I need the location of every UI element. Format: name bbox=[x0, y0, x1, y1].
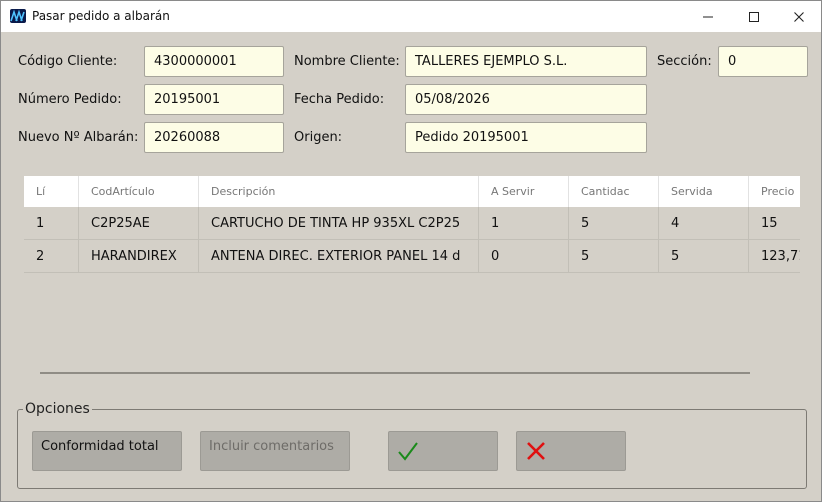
window-title: Pasar pedido a albarán bbox=[32, 9, 170, 23]
origen-label: Origen: bbox=[294, 130, 343, 145]
cell-linea[interactable]: 2 bbox=[24, 240, 78, 272]
fecha-pedido-field[interactable]: 05/08/2026 bbox=[405, 84, 647, 115]
cross-icon bbox=[527, 442, 545, 460]
nombre-cliente-label: Nombre Cliente: bbox=[294, 54, 400, 69]
cell-descripcion[interactable]: ANTENA DIREC. EXTERIOR PANEL 14 d bbox=[198, 240, 478, 272]
minimize-icon bbox=[703, 16, 713, 17]
accept-button[interactable] bbox=[388, 431, 498, 471]
seccion-field[interactable]: 0 bbox=[718, 46, 808, 77]
cell-a-servir[interactable]: 0 bbox=[478, 240, 568, 272]
origen-field[interactable]: Pedido 20195001 bbox=[405, 122, 647, 153]
column-header-servida[interactable]: Servida bbox=[658, 176, 748, 207]
codigo-cliente-field[interactable]: 4300000001 bbox=[144, 46, 284, 77]
column-header-codarticulo[interactable]: CodArtículo bbox=[78, 176, 198, 207]
cell-servida[interactable]: 4 bbox=[658, 207, 748, 239]
incluir-comentarios-button[interactable]: Incluir comentarios bbox=[200, 431, 350, 471]
numero-pedido-label: Número Pedido: bbox=[18, 92, 122, 107]
cell-servida[interactable]: 5 bbox=[658, 240, 748, 272]
cancel-button[interactable] bbox=[516, 431, 626, 471]
nombre-cliente-field[interactable]: TALLERES EJEMPLO S.L. bbox=[405, 46, 647, 77]
cell-codarticulo[interactable]: C2P25AE bbox=[78, 207, 198, 239]
column-header-descripcion[interactable]: Descripción bbox=[198, 176, 478, 207]
fecha-pedido-label: Fecha Pedido: bbox=[294, 92, 385, 107]
table-row[interactable]: 1 C2P25AE CARTUCHO DE TINTA HP 935XL C2P… bbox=[24, 207, 800, 240]
title-bar[interactable]: Pasar pedido a albarán bbox=[1, 1, 821, 32]
cell-cantidad[interactable]: 5 bbox=[568, 240, 658, 272]
order-lines-grid[interactable]: Lí CodArtículo Descripción A Servir Cant… bbox=[24, 176, 800, 274]
close-icon bbox=[794, 11, 804, 22]
nuevo-albaran-label: Nuevo Nº Albarán: bbox=[18, 130, 139, 145]
conformidad-total-button[interactable]: Conformidad total bbox=[32, 431, 182, 471]
minimize-button[interactable] bbox=[685, 1, 731, 32]
maximize-button[interactable] bbox=[731, 1, 777, 32]
options-legend: Opciones bbox=[23, 401, 92, 417]
close-button[interactable] bbox=[776, 1, 821, 32]
cell-linea[interactable]: 1 bbox=[24, 207, 78, 239]
maximize-icon bbox=[749, 11, 759, 22]
nuevo-albaran-field[interactable]: 20260088 bbox=[144, 122, 284, 153]
seccion-label: Sección: bbox=[657, 54, 712, 69]
cell-codarticulo[interactable]: HARANDIREX bbox=[78, 240, 198, 272]
numero-pedido-field[interactable]: 20195001 bbox=[144, 84, 284, 115]
check-icon bbox=[398, 442, 418, 461]
cell-precio[interactable]: 123,71 bbox=[748, 240, 800, 272]
column-header-precio[interactable]: Precio bbox=[748, 176, 800, 207]
column-header-cantidad[interactable]: Cantidac bbox=[568, 176, 658, 207]
codigo-cliente-label: Código Cliente: bbox=[18, 54, 118, 69]
column-header-linea[interactable]: Lí bbox=[24, 176, 78, 207]
cell-descripcion[interactable]: CARTUCHO DE TINTA HP 935XL C2P25 bbox=[198, 207, 478, 239]
cell-precio[interactable]: 15 bbox=[748, 207, 800, 239]
table-row[interactable]: 2 HARANDIREX ANTENA DIREC. EXTERIOR PANE… bbox=[24, 240, 800, 273]
grid-horizontal-scrollbar[interactable] bbox=[40, 372, 750, 374]
cell-cantidad[interactable]: 5 bbox=[568, 207, 658, 239]
dialog-window: Pasar pedido a albarán Código Cliente: 4… bbox=[0, 0, 822, 502]
app-logo-icon bbox=[10, 9, 26, 23]
grid-header: Lí CodArtículo Descripción A Servir Cant… bbox=[24, 176, 800, 207]
cell-a-servir[interactable]: 1 bbox=[478, 207, 568, 239]
column-header-a-servir[interactable]: A Servir bbox=[478, 176, 568, 207]
